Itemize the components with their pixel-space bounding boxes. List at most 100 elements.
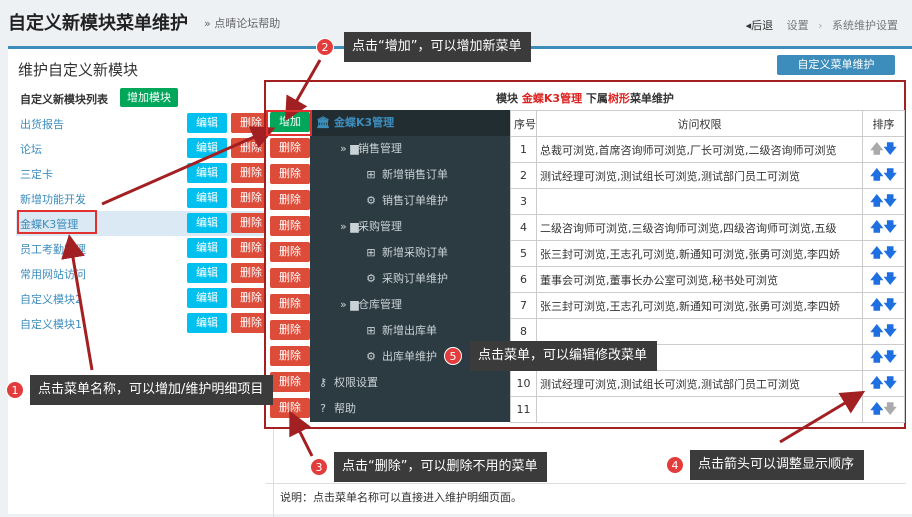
delete-menu-button[interactable]: 删除 — [270, 294, 310, 314]
callout-1: 点击菜单名称，可以增加/维护明细项目 — [30, 375, 274, 405]
row-number: 5 — [510, 240, 537, 267]
arrow-up-icon[interactable]: 🡅 — [870, 299, 883, 312]
row-number: 1 — [510, 136, 537, 163]
tree-item-label: 金蝶K3管理 — [334, 116, 395, 129]
tree-item[interactable]: ⊞ 新增采购订单 — [310, 240, 510, 266]
frame-title: 模块 金蝶K3管理 下属树形菜单维护 — [496, 92, 674, 105]
permission-cell: 总裁可浏览,首席咨询师可浏览,厂长可浏览,二级咨询师可浏览 — [536, 136, 863, 163]
list-item: 三定卡 编辑 删除 — [16, 161, 274, 186]
tree-item[interactable]: » ▆销售管理 — [310, 136, 510, 162]
module-name-link[interactable]: 出货报告 — [20, 116, 64, 132]
tree-item[interactable]: ⚷ 权限设置 — [310, 370, 510, 396]
edit-button[interactable]: 编辑 — [187, 163, 227, 183]
permission-cell — [536, 396, 863, 423]
edit-button[interactable]: 编辑 — [187, 213, 227, 233]
delete-menu-button[interactable]: 删除 — [270, 320, 310, 340]
bank-icon: 🏛 — [316, 116, 330, 129]
table-row: 5 张三封可浏览,王志孔可浏览,新通知可浏览,张勇可浏览,李四娇 🡅🡇 — [510, 240, 905, 267]
module-name-link[interactable]: 论坛 — [20, 141, 42, 157]
module-name-link[interactable]: 自定义模块2 — [20, 291, 82, 307]
arrow-up-icon[interactable]: 🡅 — [870, 351, 883, 364]
delete-menu-button[interactable]: 删除 — [270, 216, 310, 236]
arrow-down-icon[interactable]: 🡇 — [884, 273, 897, 286]
sort-cell: 🡅🡇 — [862, 162, 905, 189]
module-name-link[interactable]: 三定卡 — [20, 166, 53, 182]
callout-number-badge: 5 — [444, 347, 462, 365]
gear-icon: ⚙ — [366, 272, 376, 285]
tree-item[interactable]: ⚙ 采购订单维护 — [310, 266, 510, 292]
arrow-down-icon[interactable]: 🡇 — [884, 299, 897, 312]
permission-cell — [536, 188, 863, 215]
row-number: 4 — [510, 214, 537, 241]
edit-button[interactable]: 编辑 — [187, 138, 227, 158]
tree-item[interactable]: ? 帮助 — [310, 396, 510, 422]
row-number: 11 — [510, 396, 537, 423]
tree-item-label: 新增销售订单 — [382, 168, 448, 181]
tree-item[interactable]: » ▆采购管理 — [310, 214, 510, 240]
callout-5: 点击菜单，可以编辑修改菜单 — [470, 341, 658, 371]
tree-item-label: 出库单维护 — [382, 350, 437, 363]
arrow-down-icon[interactable]: 🡇 — [884, 403, 897, 416]
delete-menu-button[interactable]: 删除 — [270, 268, 310, 288]
arrow-down-icon[interactable]: 🡇 — [884, 377, 897, 390]
arrow-up-icon[interactable]: 🡅 — [870, 273, 883, 286]
edit-button[interactable]: 编辑 — [187, 113, 227, 133]
edit-button[interactable]: 编辑 — [187, 188, 227, 208]
delete-menu-button[interactable]: 删除 — [270, 372, 310, 392]
tree-item[interactable]: ⚙ 销售订单维护 — [310, 188, 510, 214]
module-name-link[interactable]: 新增功能开发 — [20, 191, 86, 207]
delete-menu-button[interactable]: 删除 — [270, 138, 310, 158]
sort-cell: 🡅🡇 — [862, 266, 905, 293]
breadcrumb-item-system[interactable]: 系统维护设置 — [832, 19, 898, 32]
tree-item-label: 新增出库单 — [382, 324, 437, 337]
add-module-button[interactable]: 增加模块 — [120, 88, 178, 107]
arrow-down-icon[interactable]: 🡇 — [884, 143, 897, 156]
edit-button[interactable]: 编辑 — [187, 288, 227, 308]
help-link[interactable]: » 点晴论坛帮助 — [204, 15, 280, 31]
page-title: 自定义新模块菜单维护 — [8, 13, 188, 34]
arrow-down-icon[interactable]: 🡇 — [884, 169, 897, 182]
arrow-up-icon[interactable]: 🡅 — [870, 169, 883, 182]
module-list: 自定义新模块列表 增加模块 出货报告 编辑 删除 论坛 编辑 删除 三定卡 编辑 删除 新增功能开… — [16, 85, 274, 517]
permission-cell: 测试经理可浏览,测试组长可浏览,测试部门员工可浏览 — [536, 162, 863, 189]
highlight-box-add — [266, 110, 312, 136]
tree-item[interactable]: ⊞ 新增销售订单 — [310, 162, 510, 188]
arrow-up-icon[interactable]: 🡅 — [870, 403, 883, 416]
arrow-up-icon[interactable]: 🡅 — [870, 195, 883, 208]
callout-4: 点击箭头可以调整显示顺序 — [690, 450, 865, 480]
module-name-link[interactable]: 自定义模块1 — [20, 316, 82, 332]
delete-menu-button[interactable]: 删除 — [270, 346, 310, 366]
back-link[interactable]: ◂后退 — [746, 19, 774, 32]
delete-menu-button[interactable]: 删除 — [270, 190, 310, 210]
breadcrumb-item-settings[interactable]: 设置 — [787, 19, 809, 32]
arrow-up-icon[interactable]: 🡅 — [870, 377, 883, 390]
arrow-up-icon[interactable]: 🡅 — [870, 325, 883, 338]
arrow-down-icon[interactable]: 🡇 — [884, 221, 897, 234]
module-name-link[interactable]: 常用网站访问 — [20, 266, 86, 282]
custom-menu-button[interactable]: 自定义菜单维护 — [777, 55, 895, 75]
arrow-down-icon[interactable]: 🡇 — [884, 195, 897, 208]
folder-icon: » ▆ — [340, 298, 359, 311]
edit-button[interactable]: 编辑 — [187, 263, 227, 283]
arrow-up-icon[interactable]: 🡅 — [870, 221, 883, 234]
module-name-link[interactable]: 员工考勤管理 — [20, 241, 86, 257]
arrow-down-icon[interactable]: 🡇 — [884, 247, 897, 260]
tree-item-label: 权限设置 — [334, 376, 378, 389]
arrow-up-icon[interactable]: 🡅 — [870, 143, 883, 156]
arrow-down-icon[interactable]: 🡇 — [884, 325, 897, 338]
table-row: 2 测试经理可浏览,测试组长可浏览,测试部门员工可浏览 🡅🡇 — [510, 162, 905, 189]
tree-item[interactable]: 🏛 金蝶K3管理 — [310, 110, 510, 136]
arrow-down-icon[interactable]: 🡇 — [884, 351, 897, 364]
tree-item[interactable]: » ▆仓库管理 — [310, 292, 510, 318]
delete-menu-button[interactable]: 删除 — [270, 164, 310, 184]
edit-button[interactable]: 编辑 — [187, 238, 227, 258]
divider — [266, 483, 906, 484]
column-header-sort: 排序 — [862, 110, 905, 137]
gear-icon: ⚙ — [366, 350, 376, 363]
delete-menu-button[interactable]: 删除 — [270, 398, 310, 418]
menu-tree: 🏛 金蝶K3管理 » ▆销售管理 ⊞ 新增销售订单 ⚙ 销售订单维护» ▆采购管理 ⊞ 新增采购… — [310, 110, 510, 422]
edit-button[interactable]: 编辑 — [187, 313, 227, 333]
arrow-up-icon[interactable]: 🡅 — [870, 247, 883, 260]
folder-icon: » ▆ — [340, 220, 359, 233]
delete-menu-button[interactable]: 删除 — [270, 242, 310, 262]
